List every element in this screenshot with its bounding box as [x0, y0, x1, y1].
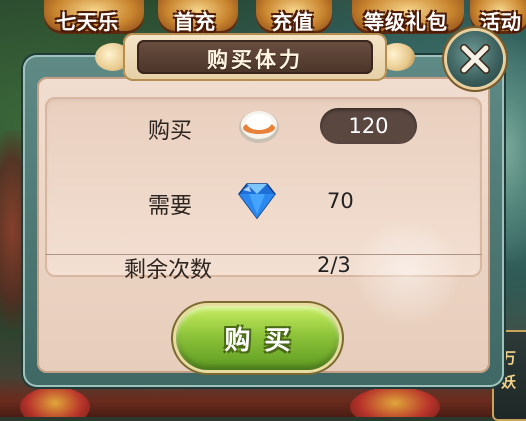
- tab-first-recharge[interactable]: 首充: [158, 0, 238, 34]
- remaining-label: 剩余次数: [124, 258, 213, 283]
- dialog-title-banner: 购买体力: [95, 33, 415, 81]
- buy-label: 购买: [148, 119, 193, 144]
- buy-button-label: 购买: [224, 326, 305, 356]
- cost-value: 70: [327, 189, 354, 213]
- tab-recharge-label: 充值: [272, 10, 314, 34]
- tab-level-gift-label: 等级礼包: [364, 10, 448, 34]
- steamed-bun-icon: [239, 111, 279, 143]
- buy-button[interactable]: 购买: [176, 306, 339, 370]
- tab-level-gift[interactable]: 等级礼包: [352, 0, 464, 34]
- dialog-title: 购买体力: [207, 48, 303, 72]
- remaining-value: 2/3: [317, 253, 351, 277]
- side-menu-badge-label: 万妖: [501, 349, 517, 391]
- quantity-display: 120: [320, 108, 417, 144]
- tab-activity-label: 活动: [480, 10, 522, 34]
- lotus-watermark: [352, 217, 462, 327]
- tab-seven-days-label: 七天乐: [56, 10, 119, 34]
- tab-first-recharge-label: 首充: [174, 10, 216, 34]
- close-button[interactable]: [447, 31, 503, 87]
- quantity-value: 120: [348, 114, 389, 138]
- cost-label: 需要: [148, 194, 193, 219]
- tab-activity[interactable]: 活动: [470, 0, 526, 34]
- tab-recharge[interactable]: 充值: [256, 0, 332, 34]
- banner-frame: 购买体力: [123, 33, 387, 81]
- title-plate: 购买体力: [137, 40, 373, 74]
- panel-divider: [45, 254, 482, 255]
- tab-seven-days[interactable]: 七天乐: [44, 0, 144, 34]
- blue-diamond-icon: [238, 183, 276, 220]
- close-x-icon: [460, 44, 490, 74]
